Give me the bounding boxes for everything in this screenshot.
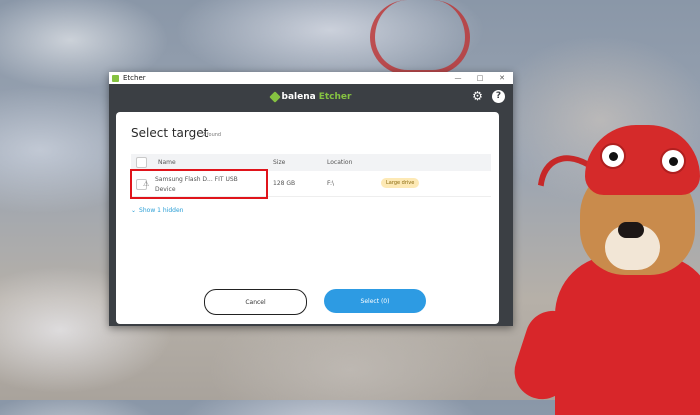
dog-nose — [618, 222, 644, 238]
cancel-button[interactable]: Cancel — [204, 289, 307, 315]
column-name[interactable]: Name — [158, 159, 176, 166]
large-drive-badge: Large drive — [381, 178, 420, 188]
select-all-checkbox[interactable] — [136, 157, 147, 168]
drive-name: Samsung Flash D... FIT USB Device — [155, 176, 238, 193]
drive-location: F:\ — [327, 180, 335, 187]
lobster-eye — [600, 143, 626, 169]
lobster-eye — [660, 148, 686, 174]
table-row[interactable]: ⚠ Samsung Flash D... FIT USB Device 128 … — [131, 172, 491, 197]
brand-prefix: balena — [281, 92, 316, 102]
minimize-button[interactable]: — — [447, 72, 469, 84]
dialog-title: Select target — [131, 126, 209, 140]
etcher-app-icon — [112, 74, 119, 82]
column-size[interactable]: Size — [273, 159, 285, 166]
window-titlebar[interactable]: Etcher — □ ✕ — [109, 72, 513, 84]
found-count: 2 found — [202, 132, 222, 138]
balena-logo-icon — [268, 91, 281, 103]
maximize-button[interactable]: □ — [469, 72, 491, 84]
wallpaper-decoration — [370, 0, 470, 75]
etcher-window: Etcher — □ ✕ balena Etcher ⚙ ? Select tar… — [109, 72, 513, 326]
show-hidden-label: Show 1 hidden — [139, 207, 184, 214]
show-hidden-toggle[interactable]: ⌄ Show 1 hidden — [131, 207, 183, 214]
select-button[interactable]: Select (0) — [324, 289, 426, 313]
window-title: Etcher — [123, 74, 146, 82]
brand-logo: balena Etcher — [268, 91, 352, 103]
question-icon[interactable]: ? — [492, 90, 505, 103]
gear-icon[interactable]: ⚙ — [471, 90, 484, 103]
drive-size: 128 GB — [273, 180, 296, 187]
chevron-down-icon: ⌄ — [131, 207, 137, 214]
column-location[interactable]: Location — [327, 159, 352, 166]
warning-icon: ⚠ — [143, 180, 150, 188]
close-button[interactable]: ✕ — [491, 72, 513, 84]
select-target-dialog: Select target 2 found Name Size Location… — [116, 112, 499, 324]
table-header: Name Size Location — [131, 154, 491, 171]
dog-costume-body — [555, 255, 700, 415]
brand-suffix: Etcher — [318, 92, 352, 102]
app-header: balena Etcher ⚙ ? — [109, 84, 513, 110]
